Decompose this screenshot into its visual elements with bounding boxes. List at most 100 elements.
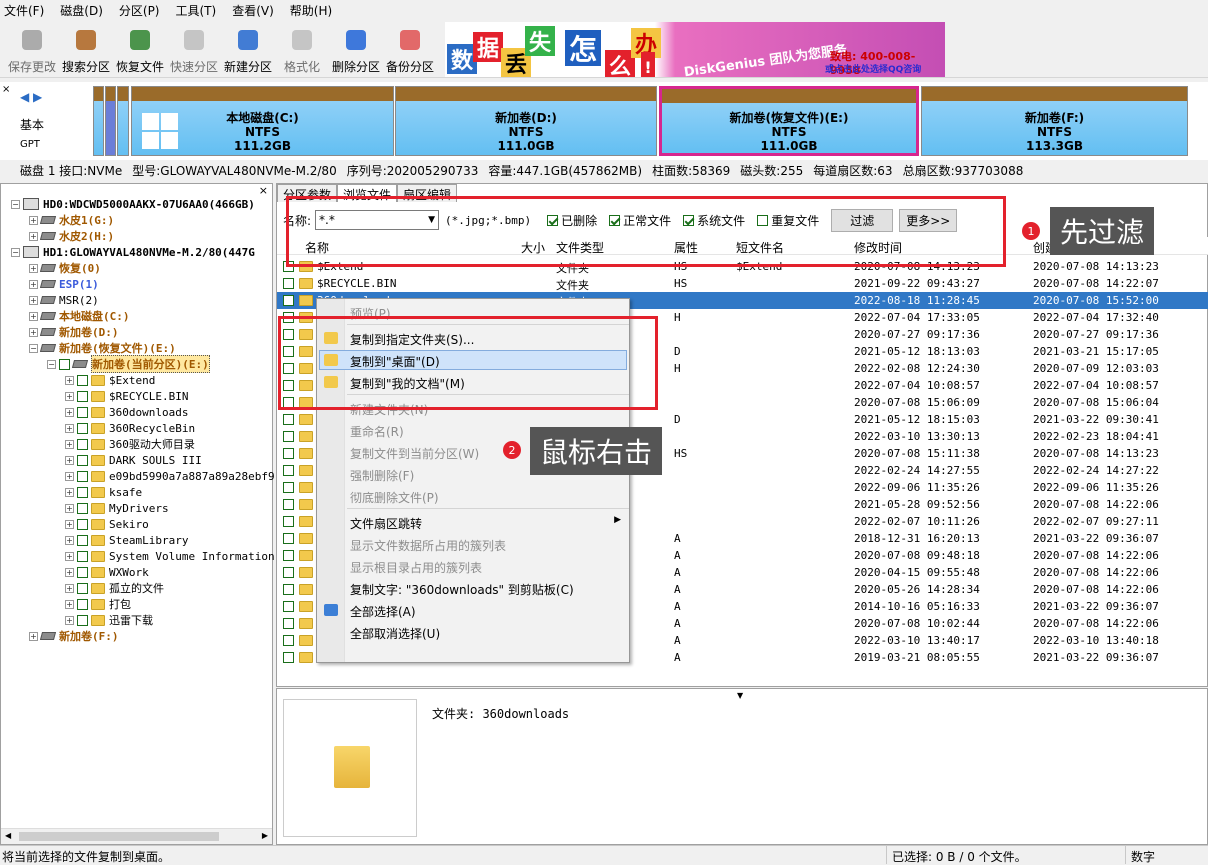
row-checkbox[interactable] — [283, 533, 294, 544]
toolbar-button-7[interactable]: 备份分区 — [383, 24, 437, 75]
tree-checkbox[interactable] — [77, 374, 88, 386]
row-checkbox[interactable] — [283, 652, 294, 663]
partition-small[interactable] — [93, 86, 104, 156]
expand-icon[interactable]: + — [65, 567, 74, 577]
partition-small[interactable] — [105, 86, 116, 156]
row-checkbox[interactable] — [283, 516, 294, 527]
tree-folder-item[interactable]: + DARK SOULS III — [65, 452, 202, 468]
tree-partition-item[interactable]: − 新加卷(恢复文件)(E:) — [29, 340, 176, 356]
row-checkbox[interactable] — [283, 448, 294, 459]
tree-checkbox[interactable] — [77, 454, 88, 466]
partition-c[interactable]: 本地磁盘(C:) NTFS 111.2GB — [131, 86, 394, 156]
partition-e[interactable]: 新加卷(恢复文件)(E:) NTFS 111.0GB — [659, 86, 919, 156]
context-menu-item[interactable]: 全部选择(A) — [350, 603, 416, 620]
tree-partition-item[interactable]: + ESP(1) — [29, 276, 99, 292]
tree-folder-item[interactable]: + MyDrivers — [65, 500, 169, 516]
expand-icon[interactable]: + — [29, 215, 38, 225]
expand-icon[interactable]: + — [29, 295, 38, 305]
horizontal-scrollbar[interactable]: ◀ ▶ — [1, 828, 272, 844]
expand-icon[interactable]: + — [29, 263, 38, 273]
nav-arrows-icon[interactable]: ◀ ▶ — [20, 90, 42, 104]
tree-partition-item[interactable]: − 新加卷(当前分区)(E:) — [47, 355, 210, 373]
expand-icon[interactable]: − — [47, 359, 56, 369]
tree-folder-item[interactable]: + 打包 — [65, 596, 131, 612]
tree-checkbox[interactable] — [77, 422, 88, 434]
tree-checkbox[interactable] — [59, 358, 70, 370]
tree-folder-item[interactable]: + ksafe — [65, 484, 142, 500]
table-row[interactable]: $RECYCLE.BIN 文件夹 HS 2021-09-22 09:43:27 2020… — [277, 275, 1208, 292]
row-checkbox[interactable] — [283, 414, 294, 425]
toolbar-button-4[interactable]: 新建分区 — [221, 24, 275, 75]
expand-icon[interactable]: + — [65, 375, 74, 385]
row-checkbox[interactable] — [283, 635, 294, 646]
menu-item[interactable]: 磁盘(D) — [60, 2, 103, 19]
tree-checkbox[interactable] — [77, 614, 88, 626]
toolbar-button-5[interactable]: 格式化 — [275, 24, 329, 75]
row-checkbox[interactable] — [283, 567, 294, 578]
expand-icon[interactable]: + — [29, 279, 38, 289]
tree-folder-item[interactable]: + WXWork — [65, 564, 149, 580]
tree-partition-item[interactable]: + 水皮1(G:) — [29, 212, 114, 228]
row-checkbox[interactable] — [283, 482, 294, 493]
row-checkbox[interactable] — [283, 278, 294, 289]
tree-folder-item[interactable]: + 迅雷下载 — [65, 612, 153, 628]
tree-folder-item[interactable]: + $Extend — [65, 372, 155, 388]
row-checkbox[interactable] — [283, 295, 294, 306]
tree-checkbox[interactable] — [77, 518, 88, 530]
expand-icon[interactable]: + — [65, 471, 74, 481]
expand-icon[interactable]: + — [29, 631, 38, 641]
tree-checkbox[interactable] — [77, 390, 88, 402]
expand-icon[interactable]: − — [29, 343, 38, 353]
row-checkbox[interactable] — [283, 550, 294, 561]
close-icon[interactable]: × — [2, 84, 10, 95]
tree-partition-item[interactable]: + 水皮2(H:) — [29, 228, 114, 244]
toolbar-button-2[interactable]: 恢复文件 — [113, 24, 167, 75]
toolbar-button-3[interactable]: 快速分区 — [167, 24, 221, 75]
splitter-arrow-icon[interactable]: ▼ — [737, 691, 743, 700]
expand-icon[interactable]: + — [65, 423, 74, 433]
expand-icon[interactable]: + — [29, 311, 38, 321]
tree-partition-item[interactable]: + 新加卷(D:) — [29, 324, 119, 340]
expand-icon[interactable]: − — [11, 247, 20, 257]
tree-checkbox[interactable] — [77, 566, 88, 578]
tree-folder-item[interactable]: + Sekiro — [65, 516, 149, 532]
tree-partition-item[interactable]: + 本地磁盘(C:) — [29, 308, 130, 324]
tree-checkbox[interactable] — [77, 486, 88, 498]
tree-folder-item[interactable]: +360RecycleBin — [65, 420, 195, 436]
tree-folder-item[interactable]: +360downloads — [65, 404, 188, 420]
row-checkbox[interactable] — [283, 584, 294, 595]
expand-icon[interactable]: + — [29, 327, 38, 337]
expand-icon[interactable]: + — [65, 599, 74, 609]
toolbar-button-6[interactable]: 删除分区 — [329, 24, 383, 75]
menu-item[interactable]: 帮助(H) — [290, 2, 332, 19]
expand-icon[interactable]: + — [65, 407, 74, 417]
menu-item[interactable]: 查看(V) — [232, 2, 274, 19]
context-menu-item[interactable]: 文件扇区跳转 — [350, 515, 422, 532]
tree-folder-item[interactable]: + SteamLibrary — [65, 532, 188, 548]
expand-icon[interactable]: + — [65, 391, 74, 401]
expand-icon[interactable]: + — [65, 503, 74, 513]
tree-checkbox[interactable] — [77, 438, 88, 450]
tree-checkbox[interactable] — [77, 406, 88, 418]
tree-partition-item[interactable]: + MSR(2) — [29, 292, 99, 308]
row-checkbox[interactable] — [283, 431, 294, 442]
partition-d[interactable]: 新加卷(D:) NTFS 111.0GB — [395, 86, 657, 156]
tree-folder-item[interactable]: + System Volume Information — [65, 548, 275, 564]
tree-folder-item[interactable]: + $RECYCLE.BIN — [65, 388, 188, 404]
toolbar-button-0[interactable]: 保存更改 — [5, 24, 59, 75]
expand-icon[interactable]: + — [65, 519, 74, 529]
tree-checkbox[interactable] — [77, 534, 88, 546]
tree-checkbox[interactable] — [77, 470, 88, 482]
expand-icon[interactable]: + — [65, 439, 74, 449]
ad-banner[interactable]: 数 据 丢 失 怎 么 办 ! DiskGenius 团队为您服务 致电: 40… — [445, 22, 945, 77]
row-checkbox[interactable] — [283, 618, 294, 629]
close-icon[interactable]: × — [259, 184, 268, 197]
expand-icon[interactable]: + — [65, 615, 74, 625]
tree-partition-item[interactable]: + 新加卷(F:) — [29, 628, 119, 644]
row-checkbox[interactable] — [283, 499, 294, 510]
tree-folder-item[interactable]: + e09bd5990a7a887a89a28ebf9 — [65, 468, 275, 484]
tree-disk-item[interactable]: − HD1:GLOWAYVAL480NVMe-M.2/80(447G — [11, 244, 255, 260]
tree-checkbox[interactable] — [77, 582, 88, 594]
toolbar-button-1[interactable]: 搜索分区 — [59, 24, 113, 75]
tree-checkbox[interactable] — [77, 550, 88, 562]
